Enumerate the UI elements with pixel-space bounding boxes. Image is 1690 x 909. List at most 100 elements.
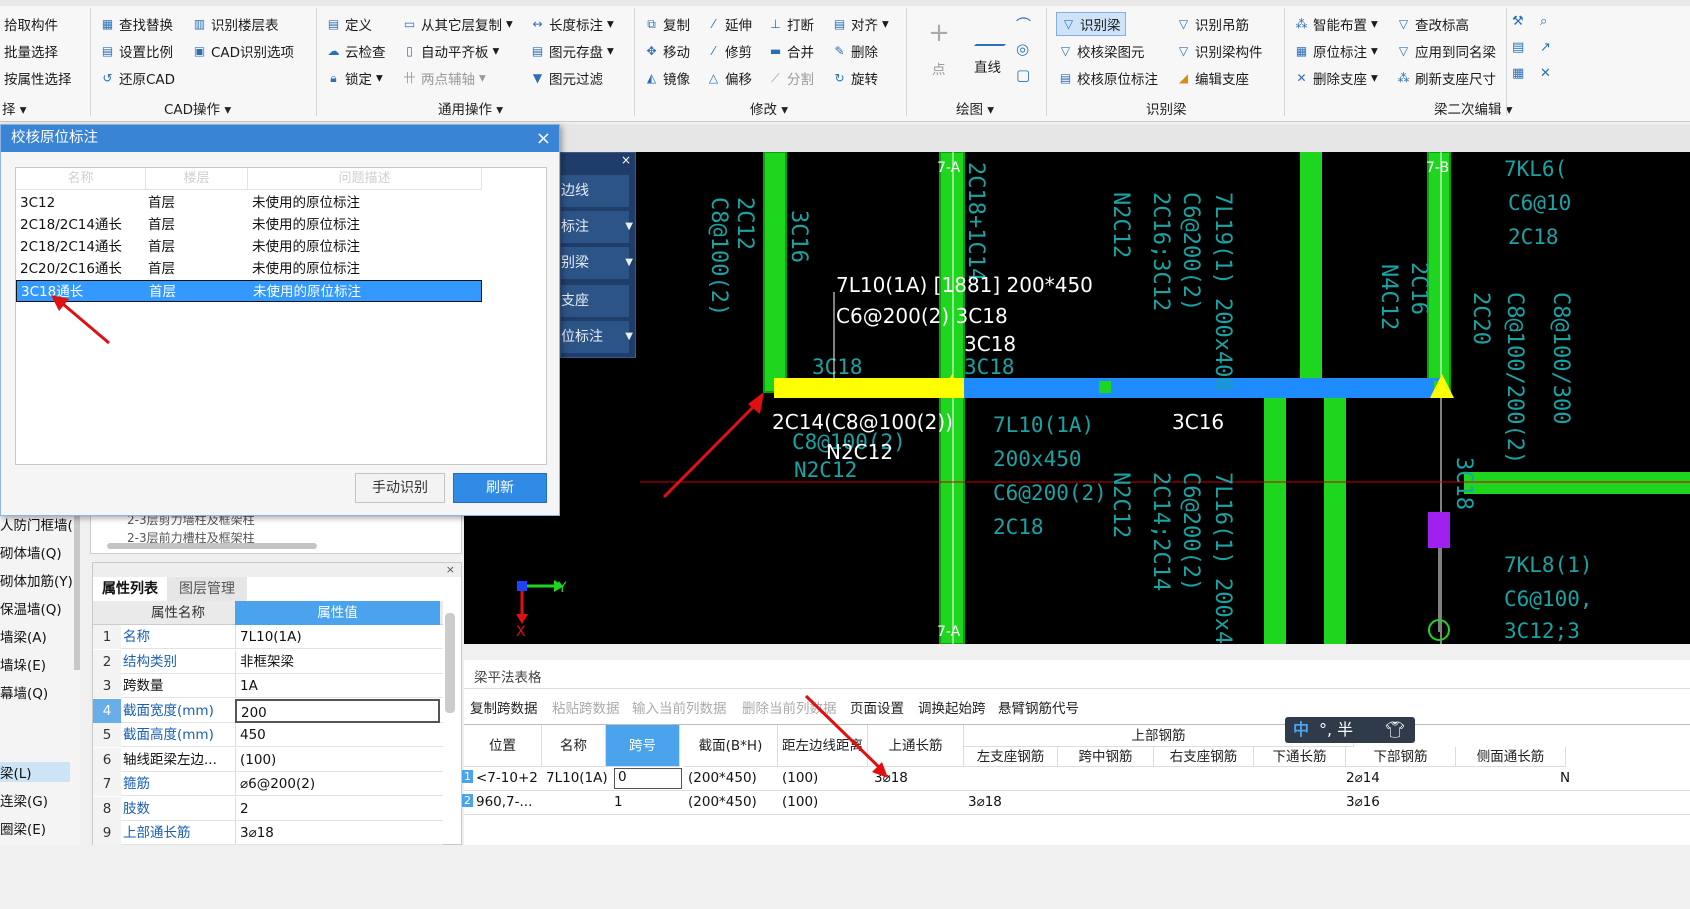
prop-value[interactable]: 7L10(1A) (235, 625, 440, 649)
cad-canvas[interactable]: C8@100(2) 2C12 3C16 2C18+1C14 N2C12 2C16… (464, 152, 1690, 644)
save-element-button[interactable]: ▤ 图元存盘 ▾ (530, 41, 614, 61)
issue-row[interactable]: 2C18/2C14通长 首层 未使用的原位标注 (16, 214, 482, 236)
two-point-axis-button[interactable]: 卄两点辅轴 ▾ (402, 68, 485, 88)
grid-tool-button[interactable]: 粘贴跨数据 (552, 697, 620, 717)
cad-group-label[interactable]: CAD操作 ▾ (164, 98, 231, 118)
flyout-item[interactable]: 支座 (561, 285, 629, 317)
prop-row[interactable]: 7 箍筋 ⌀6@200(2) (93, 772, 443, 796)
restore-cad-button[interactable]: ↺ 还原CAD (100, 68, 175, 89)
copy-from-floor-button[interactable]: ▭ 从其它层复制 ▾ (402, 14, 513, 34)
pick-component-button[interactable]: 拾取构件 (4, 14, 58, 34)
flyout-item[interactable]: 边线 (561, 175, 629, 207)
prop-value[interactable]: 450 (235, 723, 440, 747)
edit-elevation-button[interactable]: ▽ 查改标高 (1396, 14, 1469, 35)
manual-identify-button[interactable]: 手动识别 (355, 473, 445, 503)
batch-select-button[interactable]: 批量选择 (4, 41, 58, 61)
inplace-label-button[interactable]: ▦ 原位标注 ▾ (1294, 41, 1378, 61)
col-header[interactable]: 下通长筋 (1254, 747, 1346, 767)
list-item[interactable]: 墙垛(E) (0, 654, 46, 674)
prop-value[interactable]: 2 (235, 796, 440, 821)
trim-button[interactable]: ⁄ 修剪 (706, 41, 752, 62)
check-beam-element-button[interactable]: ▽ 校核梁图元 (1058, 41, 1145, 62)
smart-layout-button[interactable]: ⁂ 智能布置 ▾ (1294, 14, 1378, 34)
refresh-support-size-button[interactable]: ⁂ 刷新支座尺寸 (1396, 68, 1497, 89)
check-inplace-label-button[interactable]: ▤ 校核原位标注 (1058, 68, 1158, 89)
prop-row[interactable]: 4 截面宽度(mm) 200 (93, 698, 443, 723)
lock-button[interactable]: 🔒︎ 锁定 ▾ (326, 68, 382, 88)
cross-icon[interactable]: ✕ (1540, 66, 1551, 81)
scrollbar[interactable] (74, 510, 80, 670)
col-header[interactable]: 侧面通长筋 (1456, 747, 1566, 767)
prop-value[interactable]: ⌀6@200(2) (235, 772, 440, 796)
list-item[interactable]: 人防门框墙( (0, 514, 73, 534)
cell-sec[interactable]: (200*450) (688, 770, 757, 786)
scrollbar[interactable] (445, 613, 455, 713)
delete-button[interactable]: ✎ 删除 (832, 41, 878, 62)
flyout-item[interactable]: 位标注 ▼ (561, 321, 633, 353)
list-item[interactable]: 连梁(G) (0, 790, 48, 810)
prop-row[interactable]: 9 上部通长筋 3⌀18 (93, 821, 443, 845)
splitter[interactable] (464, 644, 1690, 660)
col-header-desc[interactable]: 问题描述 (248, 168, 482, 190)
element-filter-button[interactable]: ▼ 图元过滤 (530, 68, 603, 89)
prop-row[interactable]: 8 肢数 2 (93, 796, 443, 821)
break-button[interactable]: ⊥ 打断 (768, 14, 814, 35)
grid-tool-button[interactable]: 悬臂钢筋代号 (998, 697, 1079, 717)
list-item[interactable]: 幕墙(Q) (0, 682, 48, 702)
doc-icon[interactable]: ▤ (1512, 40, 1524, 55)
cell-bot[interactable]: 2⌀14 (1346, 770, 1380, 786)
cell-name[interactable]: 7L10(1A) (546, 770, 608, 786)
col-header-floor[interactable]: 楼层 (146, 168, 248, 190)
move-button[interactable]: ✥ 移动 (644, 41, 690, 62)
prop-row[interactable]: 1 名称 7L10(1A) (93, 625, 443, 649)
split-button[interactable]: ⟋ 分割 (768, 68, 814, 89)
modify-group-label[interactable]: 修改 ▾ (750, 98, 788, 118)
prop-value[interactable]: 非框架梁 (235, 649, 440, 674)
prop-row[interactable]: 2 结构类别 非框架梁 (93, 649, 443, 674)
cell-pos[interactable]: <7-10+2 (476, 770, 538, 786)
set-scale-button[interactable]: ▤ 设置比例 (100, 41, 173, 62)
identify-beam-component-button[interactable]: ▽ 识别梁构件 (1176, 41, 1263, 62)
cell-pos[interactable]: 960,7-... (476, 794, 532, 810)
extend-button[interactable]: ⁄ 延伸 (706, 14, 752, 35)
list-item[interactable]: 圈梁(E) (0, 818, 46, 838)
length-dim-button[interactable]: ↔ 长度标注 ▾ (530, 14, 613, 34)
prop-value[interactable]: 200 (235, 698, 440, 723)
cell-sec[interactable]: (200*450) (688, 794, 757, 810)
col-header[interactable]: 左支座钢筋 (964, 747, 1058, 767)
prop-row[interactable]: 5 截面高度(mm) 450 (93, 723, 443, 747)
flyout-item[interactable]: 别梁 ▼ (561, 247, 633, 279)
prop-value[interactable]: 1A (235, 674, 440, 698)
draw-group-label[interactable]: 绘图 ▾ (956, 98, 994, 118)
list-item[interactable]: 墙梁(A) (0, 626, 47, 646)
cell-span[interactable]: 0 (614, 768, 682, 789)
refresh-button[interactable]: 刷新 (453, 473, 547, 503)
common-group-label[interactable]: 通用操作 ▾ (438, 98, 503, 118)
tool-icon[interactable]: ⚒ (1512, 14, 1524, 29)
col-header[interactable]: 位置 (464, 725, 542, 767)
grid-icon[interactable]: ▦ (1512, 66, 1524, 81)
list-item[interactable]: 砌体墙(Q) (0, 542, 62, 562)
col-header[interactable]: 右支座钢筋 (1154, 747, 1254, 767)
cad-options-button[interactable]: ▣ CAD识别选项 (192, 41, 294, 62)
prop-row[interactable]: 6 轴线距梁左边... (100) (93, 747, 443, 772)
col-header[interactable]: 名称 (542, 725, 606, 767)
cell-bot[interactable]: 3⌀16 (1346, 794, 1380, 810)
cell-dist[interactable]: (100) (782, 794, 818, 810)
find-replace-button[interactable]: ▦ 查找替换 (100, 14, 173, 35)
identify-beam-button[interactable]: ▽ 识别梁 (1056, 12, 1126, 36)
issue-row[interactable]: 3C12 首层 未使用的原位标注 (16, 192, 482, 214)
merge-button[interactable]: ▬ 合并 (768, 41, 814, 62)
panel-close-icon[interactable]: × (93, 563, 461, 577)
grid-tool-button[interactable]: 调换起始跨 (918, 697, 986, 717)
select-group-label[interactable]: 择 ▾ (2, 98, 27, 118)
col-header-name[interactable]: 名称 (16, 168, 146, 190)
cell-no[interactable]: 1 (462, 770, 473, 783)
arrow-icon[interactable]: ↗ (1540, 40, 1551, 55)
cloud-check-button[interactable]: ☁ 云检查 (326, 41, 386, 62)
identify-floor-table-button[interactable]: ▥ 识别楼层表 (192, 14, 279, 35)
table-row[interactable]: 2 960,7-... 1 (200*450) (100) 3⌀18 3⌀16 (462, 791, 1690, 815)
copy-button[interactable]: ⧉ 复制 (644, 14, 690, 35)
cell-left[interactable]: 3⌀18 (968, 794, 1002, 810)
mirror-button[interactable]: ◭ 镜像 (644, 68, 690, 89)
